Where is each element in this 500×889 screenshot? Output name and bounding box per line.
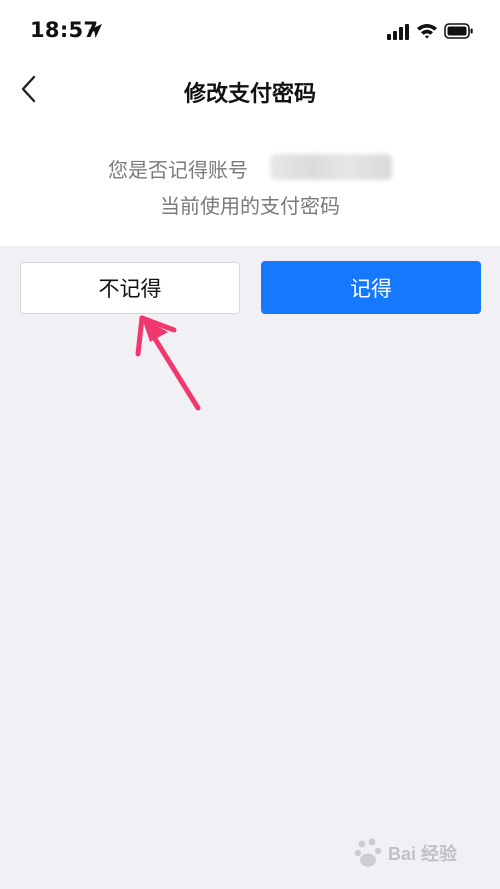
status-bar: 18:57 [0, 0, 500, 62]
page-title: 修改支付密码 [183, 82, 316, 107]
annotation-arrow-icon [135, 315, 201, 411]
paw-logo-icon [354, 838, 382, 867]
baidu-jingyan-watermark: Bai 经验 [352, 826, 492, 878]
prompt-line-2: 当前使用的支付密码 [160, 194, 340, 218]
prompt-prefix-text: 您是否记得账号 [108, 158, 248, 182]
watermark-text: Bai 经验 [388, 844, 458, 864]
wifi-icon [417, 24, 437, 39]
nav-bar: 修改支付密码 [0, 62, 500, 116]
remember-button[interactable]: 记得 [261, 261, 481, 314]
location-arrow-icon [88, 24, 102, 38]
not-remember-button[interactable]: 不记得 [20, 262, 240, 314]
cellular-signal-icon [387, 24, 409, 40]
prompt-line-1: 您是否记得账号 [0, 154, 500, 182]
battery-icon [444, 23, 473, 39]
masked-account-number [270, 154, 392, 180]
